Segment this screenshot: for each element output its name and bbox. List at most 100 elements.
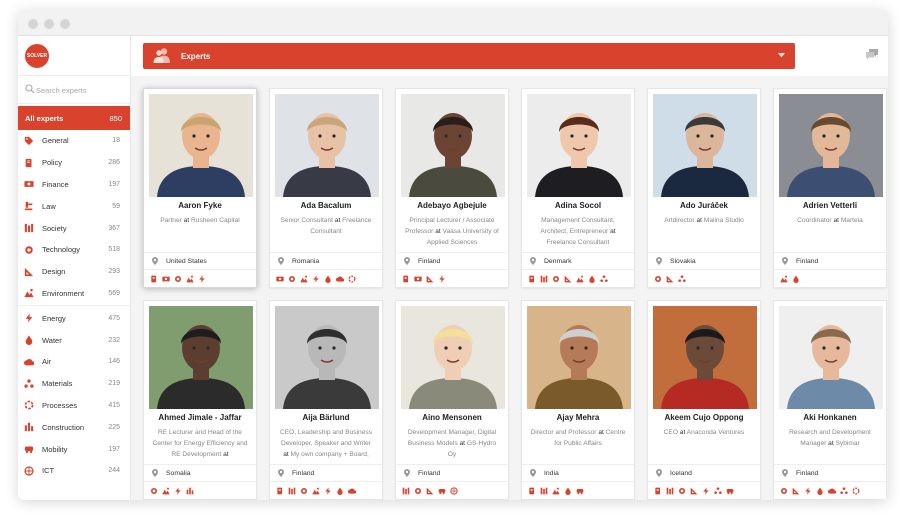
finance-icon[interactable]	[276, 275, 284, 283]
expert-name[interactable]: Aija Bärlund	[272, 413, 380, 422]
design-icon[interactable]	[792, 487, 800, 495]
policy-icon[interactable]	[276, 487, 284, 495]
minimize-window-button[interactable]	[44, 19, 54, 29]
policy-icon[interactable]	[528, 275, 536, 283]
materials-icon[interactable]	[714, 487, 722, 495]
technology-icon[interactable]	[678, 487, 686, 495]
sidebar-item-air[interactable]: Air 146	[18, 351, 130, 373]
sidebar-item-general[interactable]: General 18	[18, 130, 130, 152]
expert-photo[interactable]	[401, 306, 505, 409]
air-icon[interactable]	[348, 487, 356, 495]
energy-icon[interactable]	[198, 275, 206, 283]
expert-card[interactable]: Ahmed Jimale - Jaffar RE Lecturer and Hea…	[143, 300, 257, 500]
processes-icon[interactable]	[852, 487, 860, 495]
mobility-icon[interactable]	[576, 487, 584, 495]
expert-photo[interactable]	[527, 306, 631, 409]
finance-icon[interactable]	[162, 275, 170, 283]
sidebar-item-environment[interactable]: Environment 569	[18, 283, 130, 305]
expert-photo[interactable]	[779, 94, 883, 197]
expert-name[interactable]: Adina Socol	[524, 201, 632, 210]
materials-icon[interactable]	[600, 275, 608, 283]
policy-icon[interactable]	[654, 487, 662, 495]
expert-photo[interactable]	[779, 306, 883, 409]
sidebar-item-water[interactable]: Water 232	[18, 329, 130, 351]
maximize-window-button[interactable]	[60, 19, 70, 29]
expert-photo[interactable]	[527, 94, 631, 197]
policy-icon[interactable]	[528, 487, 536, 495]
expert-card[interactable]: Adrien Vetterli Coordinator at Martela Fin…	[773, 88, 887, 288]
sidebar-item-society[interactable]: Society 367	[18, 217, 130, 239]
expert-photo[interactable]	[653, 306, 757, 409]
expert-photo[interactable]	[653, 94, 757, 197]
construction-icon[interactable]	[186, 487, 194, 495]
expert-name[interactable]: Aki Honkanen	[776, 413, 884, 422]
expert-name[interactable]: Aino Mensonen	[398, 413, 506, 422]
energy-icon[interactable]	[324, 487, 332, 495]
expert-card[interactable]: Akeem Cujo Oppong CEO at Anaconda Venture…	[647, 300, 761, 500]
sidebar-item-finance[interactable]: Finance 197	[18, 174, 130, 196]
sidebar-item-energy[interactable]: Energy 475	[18, 307, 130, 329]
sidebar-item-mobility[interactable]: Mobility 197	[18, 438, 130, 460]
mobility-icon[interactable]	[438, 487, 446, 495]
logo[interactable]: SOLVER	[25, 44, 49, 68]
environment-icon[interactable]	[300, 275, 308, 283]
water-icon[interactable]	[324, 275, 332, 283]
air-icon[interactable]	[336, 275, 344, 283]
processes-icon[interactable]	[348, 275, 356, 283]
technology-icon[interactable]	[174, 275, 182, 283]
policy-icon[interactable]	[402, 275, 410, 283]
water-icon[interactable]	[336, 487, 344, 495]
design-icon[interactable]	[426, 275, 434, 283]
air-icon[interactable]	[828, 487, 836, 495]
close-window-button[interactable]	[28, 19, 38, 29]
technology-icon[interactable]	[414, 487, 422, 495]
environment-icon[interactable]	[552, 487, 560, 495]
sidebar-item-materials[interactable]: Materials 219	[18, 373, 130, 395]
expert-card[interactable]: Aki Honkanen Research and Development Man…	[773, 300, 887, 500]
environment-icon[interactable]	[186, 275, 194, 283]
sidebar-item-design[interactable]: Design 293	[18, 261, 130, 283]
expert-card[interactable]: Aino Mensonen Development Manager, Digita…	[395, 300, 509, 500]
materials-icon[interactable]	[840, 487, 848, 495]
design-icon[interactable]	[426, 487, 434, 495]
sidebar-item-policy[interactable]: Policy 286	[18, 152, 130, 174]
energy-icon[interactable]	[174, 487, 182, 495]
sidebar-item-ict[interactable]: ICT 244	[18, 460, 130, 482]
water-icon[interactable]	[792, 275, 800, 283]
expert-name[interactable]: Ahmed Jimale - Jaffar	[146, 413, 254, 422]
expert-card[interactable]: Ado Juráček Artdirector at Malina Studio S…	[647, 88, 761, 288]
experts-dropdown[interactable]: Experts	[143, 43, 795, 69]
policy-icon[interactable]	[150, 275, 158, 283]
expert-card[interactable]: Ajay Mehra Director and Professor at Cent…	[521, 300, 635, 500]
environment-icon[interactable]	[780, 275, 788, 283]
environment-icon[interactable]	[576, 275, 584, 283]
sidebar-item-construction[interactable]: Construction 225	[18, 416, 130, 438]
expert-photo[interactable]	[149, 94, 253, 197]
water-icon[interactable]	[816, 487, 824, 495]
technology-icon[interactable]	[288, 275, 296, 283]
expert-name[interactable]: Adebayo Agbejule	[398, 201, 506, 210]
mobility-icon[interactable]	[726, 487, 734, 495]
expert-card[interactable]: Ada Bacalum Senior Consultant at Freelanc…	[269, 88, 383, 288]
energy-icon[interactable]	[438, 275, 446, 283]
design-icon[interactable]	[666, 275, 674, 283]
technology-icon[interactable]	[780, 487, 788, 495]
ict-icon[interactable]	[450, 487, 458, 495]
energy-icon[interactable]	[804, 487, 812, 495]
chat-icon[interactable]	[866, 49, 878, 60]
environment-icon[interactable]	[312, 487, 320, 495]
society-icon[interactable]	[402, 487, 410, 495]
expert-name[interactable]: Akeem Cujo Oppong	[650, 413, 758, 422]
water-icon[interactable]	[564, 487, 572, 495]
expert-name[interactable]: Aaron Fyke	[146, 201, 254, 210]
expert-photo[interactable]	[275, 306, 379, 409]
society-icon[interactable]	[666, 487, 674, 495]
design-icon[interactable]	[564, 275, 572, 283]
technology-icon[interactable]	[300, 487, 308, 495]
expert-name[interactable]: Ada Bacalum	[272, 201, 380, 210]
expert-card[interactable]: Aija Bärlund CEO, Leadership and Business…	[269, 300, 383, 500]
expert-card[interactable]: Aaron Fyke Partner at Rusheen Capital Unit…	[143, 88, 257, 288]
technology-icon[interactable]	[552, 275, 560, 283]
expert-card[interactable]: Adebayo Agbejule Principal Lecturer / Ass…	[395, 88, 509, 288]
materials-icon[interactable]	[678, 275, 686, 283]
